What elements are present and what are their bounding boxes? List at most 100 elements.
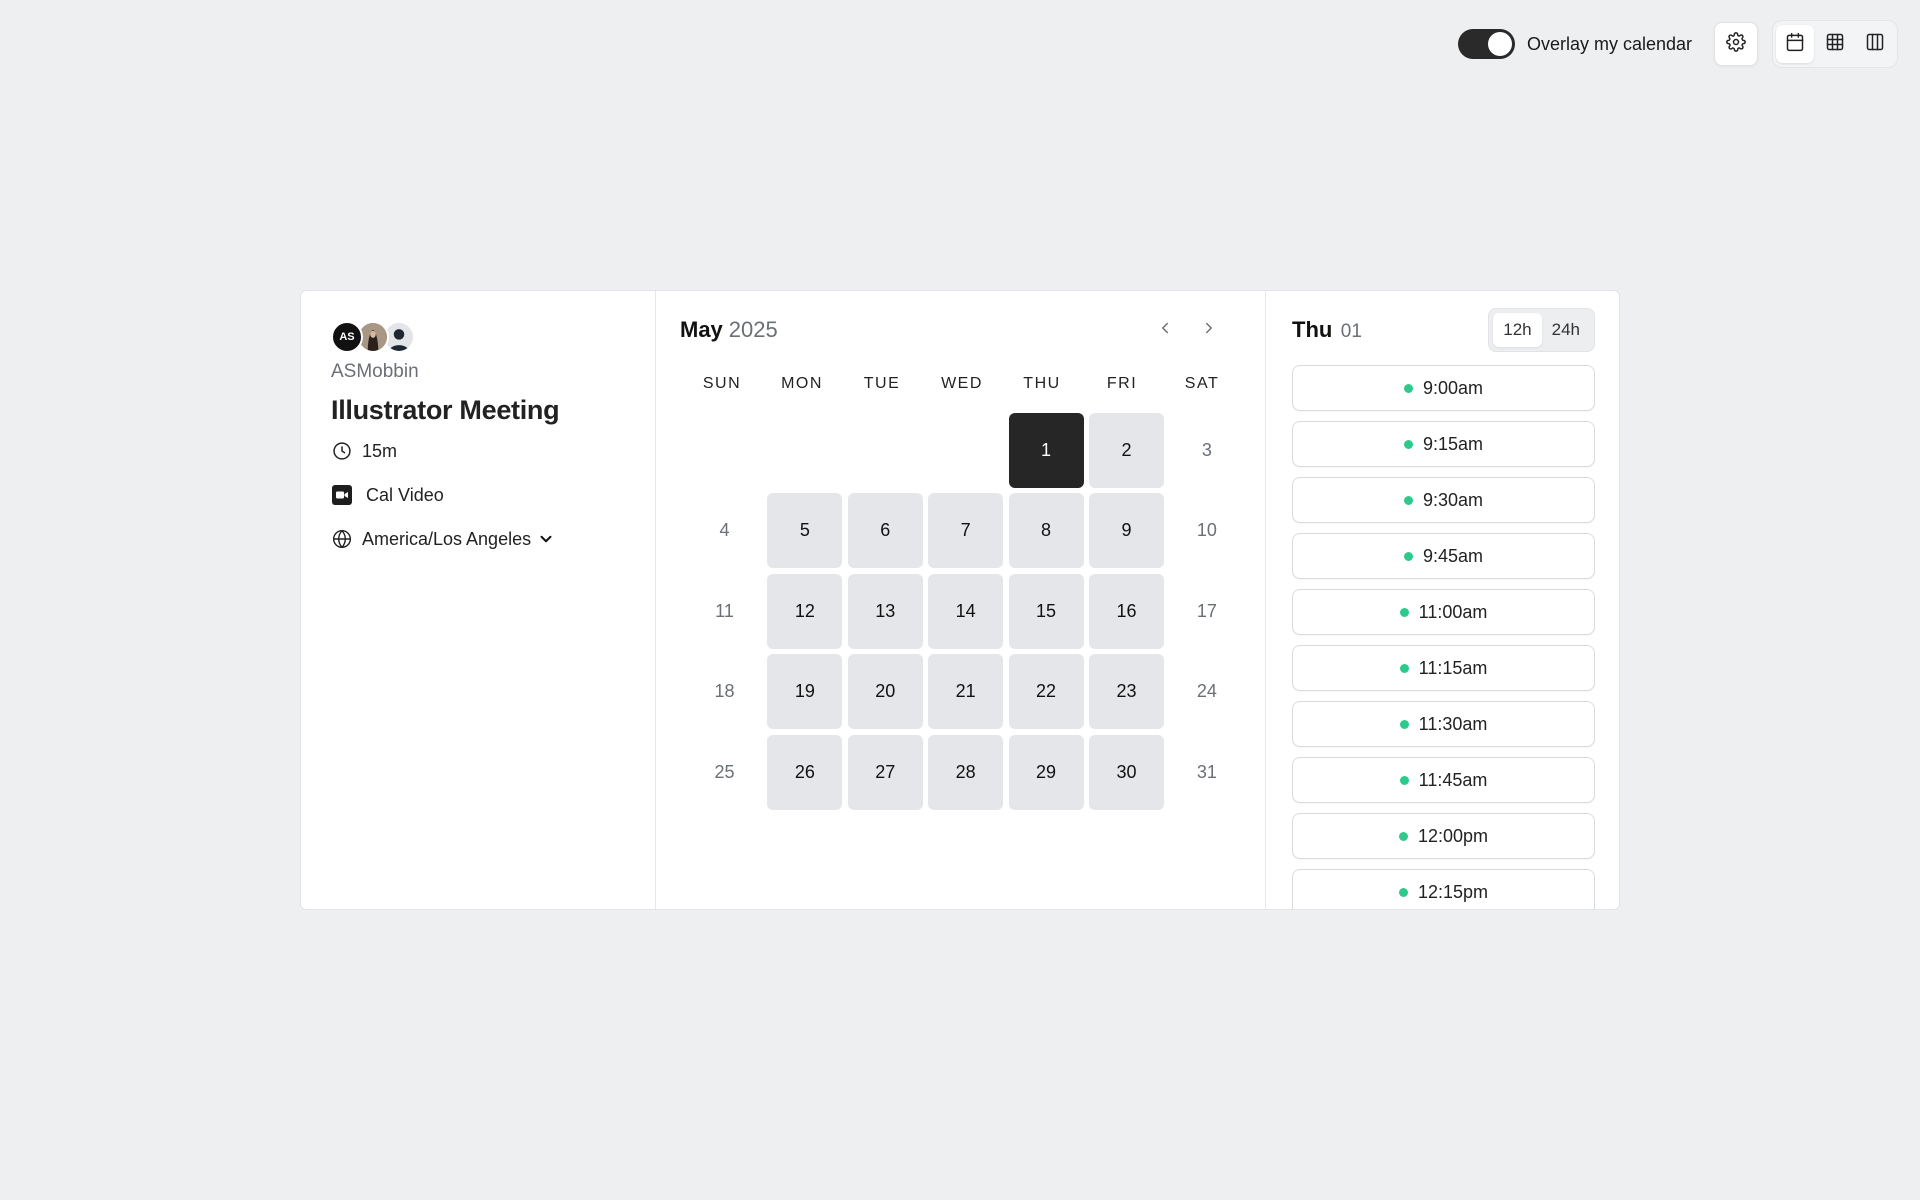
overlay-calendar-toggle[interactable]: Overlay my calendar [1457, 29, 1692, 59]
location-text: Cal Video [366, 484, 444, 505]
time-slot-button[interactable]: 11:45am [1292, 757, 1595, 803]
switch-knob [1487, 32, 1512, 56]
week-view-button[interactable] [1816, 25, 1854, 63]
day-cell-17: 17 [1196, 600, 1217, 621]
day-cell-14[interactable]: 14 [928, 573, 1004, 649]
time-slot-label: 9:00am [1422, 377, 1484, 398]
time-slot-label: 11:15am [1418, 657, 1488, 678]
weekday-tue: TUE [863, 375, 901, 392]
video-icon [331, 484, 353, 506]
column-view-button[interactable] [1856, 25, 1894, 63]
day-cell-28[interactable]: 28 [928, 734, 1004, 810]
day-cell-7[interactable]: 7 [928, 493, 1004, 569]
weekday-wed: WED [941, 375, 983, 392]
weekday-sun: SUN [702, 375, 742, 392]
selected-day-number: 01 [1340, 321, 1362, 342]
selected-date-label: Thu 01 [1292, 317, 1362, 343]
time-slot-list: 9:00am 9:15am 9:30am 9:45am 11:00am 11:15am 11… [1292, 365, 1595, 909]
month-nav [1147, 312, 1227, 348]
timezone-select[interactable]: America/Los Angeles [331, 528, 625, 550]
avatar: AS [331, 321, 363, 353]
time-slots-panel: Thu 01 12h 24h 9:00am 9:15am 9:30am 9:45am 11… [1266, 291, 1619, 909]
day-cell-12[interactable]: 12 [767, 573, 843, 649]
time-slot-label: 11:45am [1418, 769, 1488, 790]
availability-dot [1398, 831, 1408, 841]
time-slot-label: 9:15am [1422, 433, 1484, 454]
month-view-button[interactable] [1776, 25, 1814, 63]
weekday-mon: MON [781, 375, 823, 392]
day-cell-6[interactable]: 6 [847, 493, 923, 569]
weekday-thu: THU [1023, 375, 1061, 392]
day-cell-23[interactable]: 23 [1088, 654, 1164, 730]
selected-day-of-week: Thu [1292, 317, 1333, 342]
overlay-label: Overlay my calendar [1526, 33, 1692, 54]
calendar-icon [1785, 32, 1805, 57]
time-slot-button[interactable]: 12:15pm [1292, 869, 1595, 909]
day-cell-21[interactable]: 21 [928, 654, 1004, 730]
availability-dot [1403, 551, 1413, 561]
day-cell-31: 31 [1196, 761, 1217, 782]
time-slot-button[interactable]: 11:30am [1292, 701, 1595, 747]
time-slot-button[interactable]: 9:30am [1292, 477, 1595, 523]
day-cell-30[interactable]: 30 [1088, 734, 1164, 810]
user-placeholder-icon [385, 323, 413, 351]
format-option-12h[interactable]: 12h [1493, 313, 1542, 347]
day-grid: 1 2 3 4 5 6 7 8 9 10 11 12 13 14 15 16 17 18 19 20 21 22 23 24 2… [687, 413, 1241, 810]
time-slot-label: 9:30am [1422, 489, 1484, 510]
chevron-down-icon [537, 530, 555, 548]
day-cell-22[interactable]: 22 [1008, 654, 1084, 730]
time-slot-label: 9:45am [1422, 545, 1484, 566]
top-toolbar: Overlay my calendar [1457, 20, 1898, 68]
time-slot-button[interactable]: 12:00pm [1292, 813, 1595, 859]
weekday-fri: FRI [1106, 375, 1138, 392]
format-option-24h[interactable]: 24h [1542, 313, 1590, 347]
booking-widget: AS ASMobbin Illustrator Meeting 15m Cal … [300, 290, 1620, 910]
day-cell-5[interactable]: 5 [767, 493, 843, 569]
prev-month-button[interactable] [1147, 312, 1183, 348]
clock-icon [331, 440, 353, 462]
day-cell-11: 11 [715, 600, 734, 621]
day-cell-2[interactable]: 2 [1088, 413, 1164, 488]
availability-dot [1399, 663, 1409, 673]
time-slot-button[interactable]: 9:00am [1292, 365, 1595, 411]
year-label: 2025 [728, 317, 778, 342]
host-avatars: AS [331, 321, 625, 353]
day-cell-16[interactable]: 16 [1088, 573, 1164, 649]
day-cell-1[interactable]: 1 [1008, 413, 1084, 488]
grid-icon [1825, 32, 1845, 57]
slots-header: Thu 01 12h 24h [1292, 308, 1595, 352]
day-cell-13[interactable]: 13 [847, 573, 923, 649]
overlay-switch[interactable] [1457, 29, 1515, 59]
timezone-text: America/Los Angeles [362, 528, 532, 549]
chevron-right-icon [1200, 319, 1218, 342]
day-cell-29[interactable]: 29 [1008, 734, 1084, 810]
calendar-header: May 2025 [680, 315, 1241, 345]
availability-dot [1403, 439, 1413, 449]
layout-view-switcher [1772, 20, 1898, 68]
next-month-button[interactable] [1191, 312, 1227, 348]
time-slot-button[interactable]: 9:45am [1292, 533, 1595, 579]
time-slot-button[interactable]: 9:15am [1292, 421, 1595, 467]
time-slot-button[interactable]: 11:15am [1292, 645, 1595, 691]
time-slot-label: 11:30am [1418, 713, 1488, 734]
person-photo-icon [359, 323, 387, 351]
availability-dot [1403, 383, 1413, 393]
day-cell-27[interactable]: 27 [847, 734, 923, 810]
day-cell-20[interactable]: 20 [847, 654, 923, 730]
day-cell-19[interactable]: 19 [767, 654, 843, 730]
day-cell-26[interactable]: 26 [767, 734, 843, 810]
day-cell-10: 10 [1196, 520, 1217, 541]
day-cell-15[interactable]: 15 [1008, 573, 1084, 649]
availability-dot [1398, 887, 1408, 897]
weekday-header-row: SUN MON TUE WED THU FRI SAT [682, 375, 1241, 393]
event-meta-panel: AS ASMobbin Illustrator Meeting 15m Cal … [301, 291, 656, 909]
day-cell-18: 18 [714, 681, 735, 702]
weekday-sat: SAT [1184, 375, 1220, 392]
day-cell-9[interactable]: 9 [1088, 493, 1164, 569]
day-cell-8[interactable]: 8 [1008, 493, 1084, 569]
settings-button[interactable] [1714, 22, 1758, 66]
time-slot-button[interactable]: 11:00am [1292, 589, 1595, 635]
avatar-initials: AS [339, 331, 355, 343]
time-slot-label: 11:00am [1418, 601, 1488, 622]
availability-dot [1399, 775, 1409, 785]
